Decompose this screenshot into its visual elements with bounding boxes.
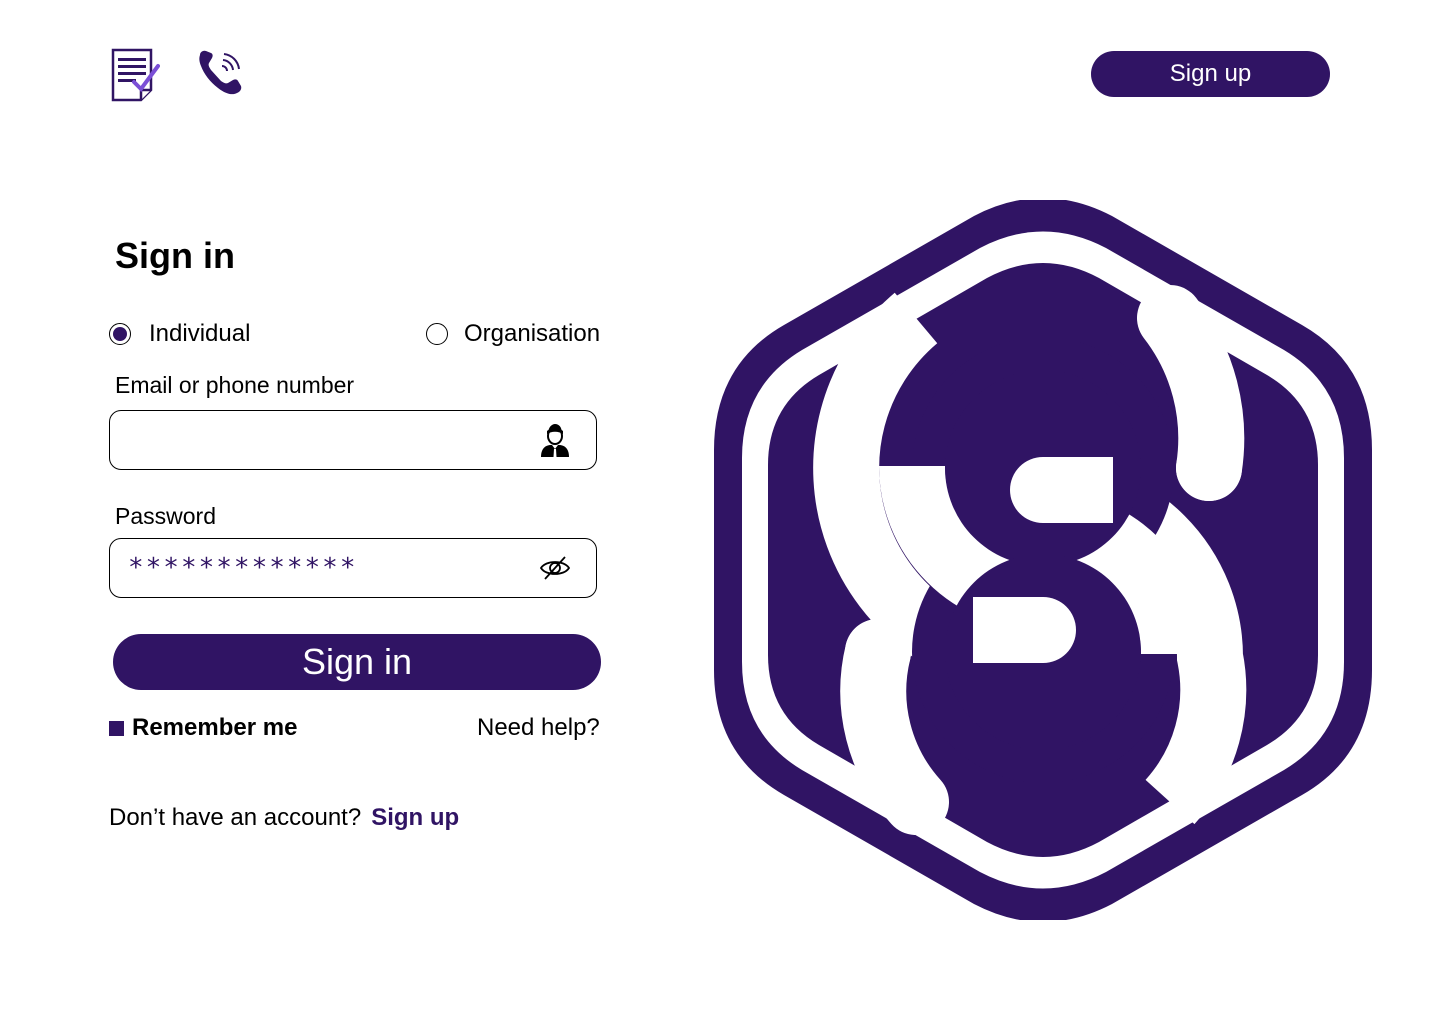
radio-individual[interactable]: Individual (109, 320, 250, 348)
signup-button[interactable]: Sign up (1091, 51, 1330, 97)
phone-ringing-icon[interactable] (194, 48, 246, 100)
no-account-text: Don’t have an account? (109, 804, 362, 831)
signup-link[interactable]: Sign up (371, 804, 459, 832)
checkbox-checked[interactable] (109, 720, 124, 736)
eye-off-icon[interactable] (538, 551, 572, 585)
need-help-link[interactable]: Need help? (477, 714, 600, 742)
password-field[interactable] (109, 538, 597, 598)
radio-organisation[interactable]: Organisation (426, 320, 600, 348)
email-input[interactable] (110, 411, 538, 469)
radio-button-unselected[interactable] (426, 323, 448, 345)
hexagon-s-logo-icon (712, 198, 1374, 922)
page-title: Sign in (115, 235, 235, 276)
signup-prompt: Don’t have an account? Sign up (109, 804, 459, 832)
radio-label-individual: Individual (149, 320, 251, 347)
password-label: Password (115, 503, 216, 529)
radio-button-selected[interactable] (109, 323, 131, 345)
radio-label-organisation: Organisation (464, 320, 601, 347)
password-input[interactable] (110, 539, 538, 597)
email-field[interactable] (109, 410, 597, 470)
user-icon (538, 423, 572, 457)
document-check-icon[interactable] (110, 48, 160, 102)
remember-me-label: Remember me (132, 714, 298, 741)
remember-me-checkbox[interactable]: Remember me (109, 714, 297, 742)
signin-button[interactable]: Sign in (113, 634, 601, 690)
email-label: Email or phone number (115, 372, 355, 398)
